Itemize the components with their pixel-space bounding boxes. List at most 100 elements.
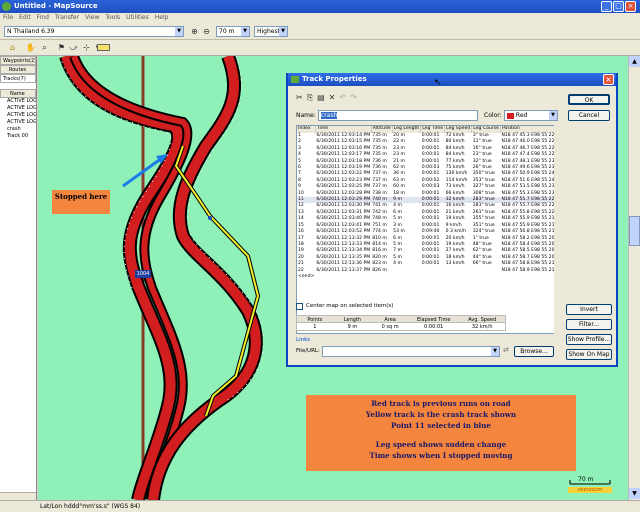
scroll-up-icon[interactable]: ▲ xyxy=(629,56,640,67)
link-icon[interactable]: ⇄ xyxy=(503,346,509,354)
table-cell: N18 47 56.8 E98 55 21.7 xyxy=(501,229,556,235)
sidebar: Waypoints(2) Routes Tracks(7) Name ACTIV… xyxy=(0,56,37,500)
table-row[interactable]: 4 6/30/2011 12:03:17 PM 735 m 23 m 0:00:01 84… xyxy=(297,152,555,158)
selected-point[interactable] xyxy=(208,216,212,220)
table-row[interactable]: 21 6/30/2011 12:13:36 PM 823 m4 m 0:00:01 13… xyxy=(297,261,555,267)
column-header[interactable]: Leg Speed xyxy=(444,126,473,133)
column-header[interactable]: Leg Length xyxy=(392,126,422,133)
note-line xyxy=(306,431,576,439)
zoom-value: 70 m xyxy=(219,28,235,35)
table-cell: N18 47 58.2 E98 55 20.6 xyxy=(501,235,556,241)
table-row[interactable]: 16 6/30/2011 12:03:52 PM 774 m 53 m 0:09:40 0… xyxy=(297,229,556,235)
name-label: Name: xyxy=(296,112,316,119)
table-row[interactable]: 2 6/30/2011 12:03:15 PM 735 m 22 m 0:00:01 80… xyxy=(297,139,555,145)
show-on-map-button[interactable]: Show On Map xyxy=(566,349,612,360)
sidebar-item[interactable]: Track 00 xyxy=(0,133,36,140)
menu-help[interactable]: Help xyxy=(152,13,172,23)
dialog-title-bar[interactable]: Track Properties xyxy=(288,73,616,86)
select-tool-icon[interactable]: ⊹ xyxy=(81,42,92,53)
sidebar-item[interactable]: crash xyxy=(0,126,36,133)
zoom-select[interactable]: 70 m ▼ xyxy=(216,26,250,37)
column-header[interactable]: Index xyxy=(297,126,316,133)
map-product-select[interactable]: N Thailand 6.39 ▼ xyxy=(4,26,184,37)
center-map-checkbox[interactable] xyxy=(296,303,303,310)
note-line: Point 11 selected in blue xyxy=(390,421,492,430)
waypoint-tool-icon[interactable]: ⚑ xyxy=(56,42,67,53)
new-icon[interactable]: ⌂ xyxy=(7,42,18,53)
table-cell: N18 47 53.5 E98 55 23.4 xyxy=(501,184,556,190)
delete-icon[interactable]: ✕ xyxy=(329,93,340,102)
redo-icon[interactable]: ↷ xyxy=(350,93,361,102)
scroll-thumb[interactable] xyxy=(629,216,640,246)
table-row[interactable]: 12 6/30/2011 12:03:30 PM 741 m4 m 0:00:01 16… xyxy=(297,203,556,209)
menu-view[interactable]: View xyxy=(82,13,102,23)
copy-icon[interactable]: ⎘ xyxy=(307,93,317,102)
sidebar-name-header[interactable]: Name xyxy=(0,89,36,98)
filter-button[interactable]: Filter... xyxy=(566,319,612,330)
close-icon[interactable]: × xyxy=(625,1,636,12)
table-scroll-edge xyxy=(554,125,556,334)
sidebar-item[interactable]: ACTIVE LOG xyxy=(0,98,36,105)
maximize-icon[interactable]: □ xyxy=(613,1,624,12)
zoom-tool-icon[interactable]: ⌕ xyxy=(39,42,50,53)
tab-routes[interactable]: Routes xyxy=(0,65,36,74)
table-row[interactable]: 17 6/30/2011 12:13:32 PM 810 m6 m 0:00:01 20… xyxy=(297,235,556,242)
summary-value: 32 km/h xyxy=(471,324,493,330)
zoom-out-icon[interactable]: ⊖ xyxy=(201,26,212,37)
ok-button[interactable]: OK xyxy=(568,94,610,105)
color-select[interactable]: Red ▼ xyxy=(504,110,558,121)
column-header[interactable]: Leg Course xyxy=(471,126,501,133)
file-url-input[interactable]: ▼ xyxy=(322,346,500,357)
detail-select[interactable]: Highest ▼ xyxy=(254,26,288,37)
table-row[interactable]: 14 6/30/2011 12:03:40 PM 748 m5 m 0:00:01 19… xyxy=(297,216,555,222)
app-icon xyxy=(2,2,11,11)
chevron-down-icon: ▼ xyxy=(491,347,499,356)
note-line: Time shows when I stopped moving xyxy=(369,451,513,460)
dialog-close-icon[interactable]: × xyxy=(603,74,614,85)
minimize-icon[interactable]: _ xyxy=(601,1,612,12)
undo-icon[interactable]: ↶ xyxy=(339,93,350,102)
column-header[interactable]: Time xyxy=(315,126,372,133)
invert-button[interactable]: Invert xyxy=(566,304,612,315)
sidebar-hscroll[interactable] xyxy=(0,492,36,500)
menu-utilities[interactable]: Utilities xyxy=(123,13,152,23)
paste-icon[interactable]: ▤ xyxy=(317,93,329,102)
table-body: 1 6/30/2011 12:03:14 PM 735 m 20 m 0:00:01 72… xyxy=(297,133,556,280)
status-bar: Lat/Lon hddd°mm'ss.s" (WGS 84) xyxy=(0,500,640,512)
column-header[interactable]: Leg Time xyxy=(420,126,446,133)
menu-find[interactable]: Find xyxy=(34,13,52,23)
map-vertical-scrollbar[interactable]: ▲ ▼ xyxy=(628,56,640,500)
menu-edit[interactable]: Edit xyxy=(16,13,34,23)
tab-waypoints[interactable]: Waypoints(2) xyxy=(0,56,36,65)
menu-tools[interactable]: Tools xyxy=(102,13,123,23)
track-properties-dialog: Track Properties × ✂⎘▤✕↶↷ Name: crash Co… xyxy=(286,73,618,367)
waypoint-label[interactable]: 1004 xyxy=(135,270,151,278)
table-cell xyxy=(315,274,371,280)
cancel-button[interactable]: Cancel xyxy=(568,110,610,121)
menu-file[interactable]: File xyxy=(0,13,16,23)
tab-tracks[interactable]: Tracks(7) xyxy=(0,74,36,83)
table-cell: 6/30/2011 12:03:17 PM xyxy=(316,152,371,158)
hand-icon[interactable]: ✋ xyxy=(25,42,36,53)
name-input[interactable]: crash xyxy=(318,110,478,121)
column-header[interactable]: Position xyxy=(500,126,555,133)
route-tool-icon[interactable]: ⤻ xyxy=(68,42,79,53)
summary-value-row: 1 9 m 0 sq m 0:00:01 32 km/h xyxy=(296,323,506,331)
table-cell: N18 47 55.7 E98 55 22.2 xyxy=(501,203,556,209)
cut-icon[interactable]: ✂ xyxy=(296,93,307,102)
column-header[interactable]: Altitude xyxy=(371,126,393,133)
scroll-down-icon[interactable]: ▼ xyxy=(629,488,640,499)
sidebar-item[interactable]: ACTIVE LOG xyxy=(0,119,36,126)
file-url-label: File/URL: xyxy=(296,348,320,354)
menu-transfer[interactable]: Transfer xyxy=(52,13,82,23)
zoom-in-icon[interactable]: ⊕ xyxy=(189,26,200,37)
table-row[interactable]: <end> xyxy=(297,274,555,280)
show-profile-button[interactable]: Show Profile... xyxy=(566,334,612,345)
measure-icon[interactable] xyxy=(97,44,110,51)
sidebar-item[interactable]: ACTIVE LOG xyxy=(0,105,36,112)
table-row[interactable]: 7 6/30/2011 12:03:22 PM 737 m 36 m 0:00:01 13… xyxy=(297,171,555,177)
sidebar-item[interactable]: ACTIVE LOG xyxy=(0,112,36,119)
table-row[interactable]: 19 6/30/2011 12:13:34 PM 816 m7 m 0:00:01 27… xyxy=(297,248,555,254)
table-row[interactable]: 9 6/30/2011 12:03:25 PM 737 m 60 m 0:00:03 73… xyxy=(297,184,556,190)
browse-button[interactable]: Browse... xyxy=(514,346,554,357)
